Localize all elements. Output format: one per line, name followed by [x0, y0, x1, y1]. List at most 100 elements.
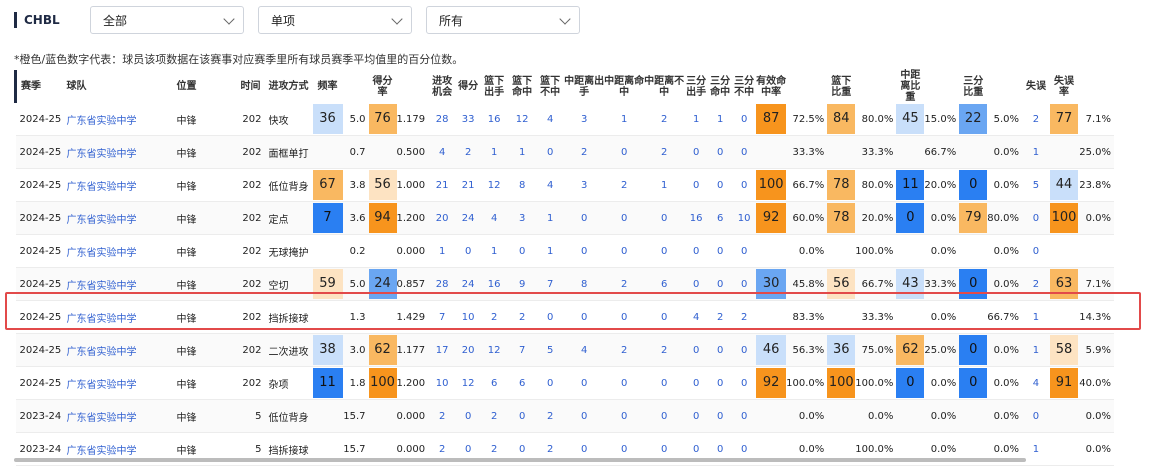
column-header[interactable]: 球队	[62, 70, 173, 103]
column-header[interactable]: 中距离命中	[604, 70, 645, 103]
stat-cell: 0.000	[396, 234, 429, 268]
column-header[interactable]: 篮下出手	[480, 70, 509, 103]
table-row[interactable]: 2024-25 广东省实验中学 中锋 202 低位背身 67 3.8 56 1.000 21 21 1…	[15, 168, 1114, 202]
stat-cell: 25.0%	[924, 333, 960, 367]
column-header[interactable]: 时间	[236, 70, 265, 103]
percentile-value	[896, 401, 924, 431]
stat-cell: 0	[644, 366, 685, 400]
column-header[interactable]: 篮下比重	[827, 70, 856, 103]
scope-dropdown[interactable]: 全部	[90, 6, 244, 34]
stat-cell: 0	[564, 399, 605, 433]
percentile-cell: 79	[959, 201, 988, 235]
percentile-cell	[312, 135, 343, 169]
team-link[interactable]: 广东省实验中学	[62, 333, 173, 367]
table-row[interactable]: 2024-25 广东省实验中学 中锋 202 面框单打 0.7 0.500 4 2 1 1 0 2 0 2 0…	[15, 135, 1114, 169]
table-row[interactable]: 2024-25 广东省实验中学 中锋 202 二次进攻 38 3.0 62 1.177 17 20 1…	[15, 333, 1114, 367]
column-header[interactable]	[396, 70, 429, 103]
percentile-cell: 100	[1049, 201, 1078, 235]
column-header[interactable]	[1077, 70, 1114, 103]
team-link[interactable]: 广东省实验中学	[62, 168, 173, 202]
column-header[interactable]: 进攻机会	[428, 70, 457, 103]
column-header[interactable]	[855, 70, 897, 103]
column-header[interactable]: 失误	[1021, 70, 1050, 103]
stat-cell: 0.500	[396, 135, 429, 169]
team-link[interactable]: 广东省实验中学	[62, 234, 173, 268]
percentile-value: 84	[827, 104, 856, 134]
percentile-cell: 62	[896, 333, 925, 367]
column-header[interactable]: 有效命中率	[756, 70, 787, 103]
percentile-value	[827, 401, 855, 431]
column-header[interactable]: 失误率	[1049, 70, 1078, 103]
stat-cell: 2	[456, 135, 481, 169]
percentile-value: 91	[1049, 368, 1078, 398]
position-cell: 中锋	[172, 333, 237, 367]
column-header[interactable]: 篮下不中	[536, 70, 565, 103]
percentile-cell: 77	[1049, 103, 1078, 136]
column-header[interactable]: 中距离不中	[644, 70, 685, 103]
stat-cell: 25.0%	[1077, 135, 1114, 169]
stat-cell: 20.0%	[855, 201, 897, 235]
season-cell: 2024-25	[15, 135, 63, 169]
column-header[interactable]: 三分不中	[732, 70, 757, 103]
team-link[interactable]: 广东省实验中学	[62, 103, 173, 136]
column-header[interactable]: 篮下命中	[508, 70, 537, 103]
column-header[interactable]	[342, 70, 369, 103]
range-dropdown[interactable]: 所有	[426, 6, 580, 34]
stat-cell: 3.6	[342, 201, 369, 235]
column-header[interactable]: 中距离出手	[564, 70, 605, 103]
table-row[interactable]: 2024-25 广东省实验中学 中锋 202 杂项 11 1.8 100 1.200 10 12 6 6…	[15, 366, 1114, 400]
column-header[interactable]: 中距离比重	[896, 70, 925, 103]
column-header[interactable]: 得分	[456, 70, 481, 103]
stat-cell: 0.0%	[924, 201, 960, 235]
percentile-cell: 100	[368, 366, 397, 400]
percentile-cell: 62	[368, 333, 397, 367]
column-header[interactable]: 得分率	[368, 70, 397, 103]
table-row[interactable]: 2023-24 广东省实验中学 中锋 5 低位背身 15.7 0.000 2 0 2 0 2 0 0 0 0 0…	[15, 399, 1114, 433]
column-header[interactable]: 进攻方式	[264, 70, 313, 103]
stat-cell: 5	[536, 333, 565, 367]
column-header[interactable]: 赛季	[14, 70, 63, 103]
table-row[interactable]: 2024-25 广东省实验中学 中锋 202 无球掩护 0.2 0.000 1 0 1 0 1 0 0 0 0…	[15, 234, 1114, 268]
stat-cell: 12	[508, 103, 537, 136]
column-header[interactable]: 三分命中	[708, 70, 733, 103]
stat-cell: 33	[456, 103, 481, 136]
stat-cell: 66.7%	[924, 135, 960, 169]
column-header[interactable]: 频率	[312, 70, 343, 103]
stat-cell: 0	[604, 135, 645, 169]
team-link[interactable]: 广东省实验中学	[62, 399, 173, 433]
stat-cell: 12	[456, 366, 481, 400]
type-dropdown[interactable]: 单项	[258, 6, 412, 34]
team-link[interactable]: 广东省实验中学	[62, 366, 173, 400]
stat-cell: 0.0%	[987, 234, 1022, 268]
percentile-cell	[827, 399, 856, 433]
column-header[interactable]	[987, 70, 1022, 103]
column-header[interactable]	[786, 70, 828, 103]
stat-cell: 0	[1021, 399, 1050, 433]
table-row[interactable]: 2024-25 广东省实验中学 中锋 202 定点 7 3.6 94 1.200 20 24 4 3 1 0…	[15, 201, 1114, 235]
stat-cell: 0.0%	[987, 399, 1022, 433]
column-header[interactable]: 三分比重	[959, 70, 988, 103]
play-type-cell: 低位背身	[264, 168, 313, 202]
stat-cell: 2	[644, 333, 685, 367]
stat-cell: 0	[644, 399, 685, 433]
column-header[interactable]	[924, 70, 960, 103]
table-row[interactable]: 2024-25 广东省实验中学 中锋 202 快攻 36 5.0 76 1.179 28 33 16 1…	[15, 103, 1114, 136]
team-link[interactable]: 广东省实验中学	[62, 135, 173, 169]
horizontal-scrollbar[interactable]	[14, 458, 1026, 462]
percentile-note: *橙色/蓝色数字代表：球员该项数据在该赛事对应赛季里所有球员赛季平均值里的百分位…	[14, 53, 464, 66]
stat-cell: 1	[536, 234, 565, 268]
column-header[interactable]: 三分出手	[684, 70, 709, 103]
column-header[interactable]: 位置	[172, 70, 237, 103]
percentile-value: 38	[312, 335, 343, 365]
play-type-cell: 无球掩护	[264, 234, 313, 268]
stat-cell: 1.177	[396, 333, 429, 367]
percentile-cell	[312, 234, 343, 268]
percentile-value	[827, 236, 855, 266]
team-link[interactable]: 广东省实验中学	[62, 201, 173, 235]
percentile-cell: 58	[1049, 333, 1078, 367]
stat-cell: 0.000	[396, 399, 429, 433]
percentile-cell	[896, 399, 925, 433]
percentile-value: 79	[959, 203, 988, 233]
percentile-value	[369, 401, 397, 431]
percentile-value: 0	[896, 203, 925, 233]
